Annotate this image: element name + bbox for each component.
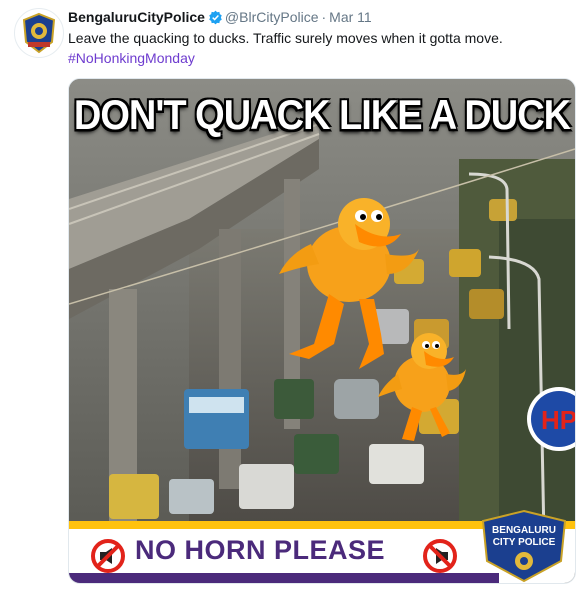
tweet-image[interactable]: HP DON'T QUACK LIKE A DUCK NO HORN PLEAS… bbox=[68, 78, 576, 584]
logo-line-1: BENGALURU bbox=[492, 525, 556, 536]
tweet-text: Leave the quacking to ducks. Traffic sur… bbox=[68, 28, 503, 68]
author-name[interactable]: BengaluruCityPolice bbox=[68, 9, 205, 25]
tweet-body: Leave the quacking to ducks. Traffic sur… bbox=[68, 30, 503, 46]
tweet-header: BengaluruCityPolice @BlrCityPolice · Mar 11 bbox=[68, 8, 372, 26]
hashtag-link[interactable]: #NoHonkingMonday bbox=[68, 48, 503, 68]
author-handle[interactable]: @BlrCityPolice bbox=[225, 9, 319, 25]
logo-line-2: CITY POLICE bbox=[493, 537, 556, 548]
no-horn-icon bbox=[423, 539, 457, 573]
no-horn-icon bbox=[91, 539, 125, 573]
hp-sign-text: HP bbox=[541, 405, 575, 435]
traffic-scene: HP bbox=[69, 79, 575, 583]
police-badge-icon bbox=[22, 12, 56, 54]
image-headline: DON'T QUACK LIKE A DUCK bbox=[73, 92, 571, 140]
separator-dot: · bbox=[321, 9, 327, 25]
tweet-date[interactable]: Mar 11 bbox=[329, 9, 372, 25]
banner-text: NO HORN PLEASE bbox=[135, 535, 386, 565]
police-logo: BENGALURU CITY POLICE bbox=[481, 509, 567, 583]
profile-avatar[interactable] bbox=[14, 8, 64, 58]
verified-badge-icon bbox=[209, 10, 222, 25]
social-strip bbox=[69, 573, 499, 583]
